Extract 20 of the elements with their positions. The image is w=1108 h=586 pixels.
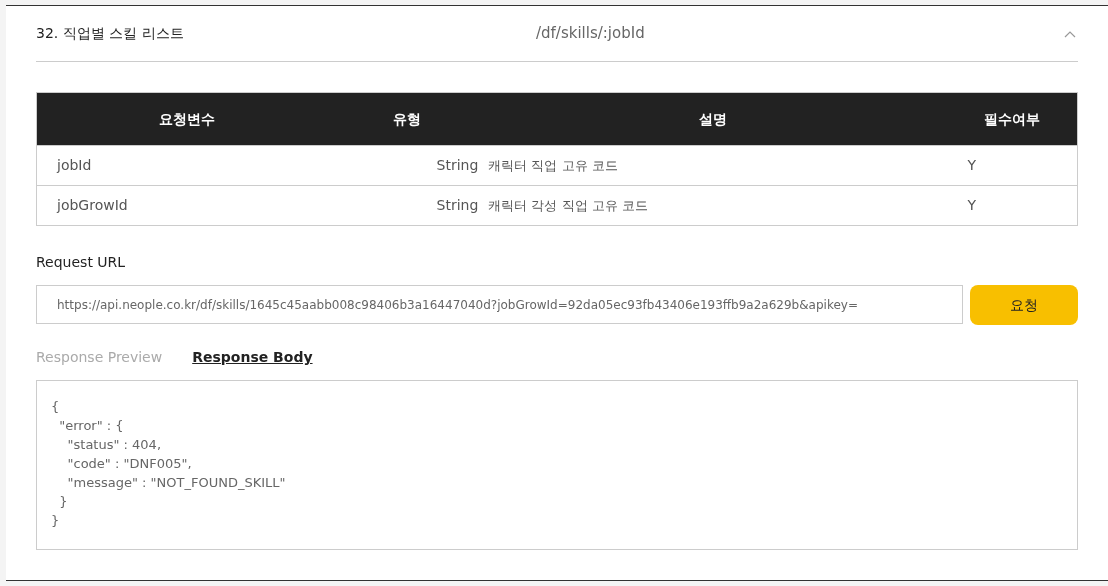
- table-cell: jobId: [36, 145, 337, 186]
- request-button[interactable]: 요청: [970, 285, 1078, 325]
- table-cell: 캐릭터 각성 직업 고유 코드: [478, 185, 948, 226]
- table-cell: Y: [947, 185, 1078, 226]
- table-cell: String: [336, 145, 479, 186]
- section-title: 32. 직업별 스킬 리스트: [36, 24, 185, 43]
- table-cell: Y: [947, 145, 1078, 186]
- response-tab[interactable]: Response Body: [192, 347, 313, 368]
- url-input-field[interactable]: https://api.neople.co.kr/df/skills/1645c45aabb008c98406b3a16447040d?jobGrowId=92da05ec93fb43406e193ffb9a2a629b&apikey=: [36, 285, 963, 324]
- column-header: 필수여부: [947, 92, 1078, 146]
- column-header: 유형: [336, 92, 479, 146]
- chevron-up-icon[interactable]: [1064, 29, 1076, 38]
- table-cell: String: [336, 185, 479, 226]
- response-body-textarea[interactable]: { "error" : { "status" : 404, "code" : "DNF005", "message" : "NOT_FOUND_SKILL" } }: [36, 380, 1078, 550]
- column-header: 설명: [478, 92, 948, 146]
- field-label: Request URL: [36, 253, 127, 272]
- table-cell: jobGrowId: [36, 185, 337, 226]
- endpoint-path: /df/skills/:jobId: [535, 23, 646, 45]
- column-header: 요청변수: [36, 92, 337, 146]
- table-cell: 캐릭터 직업 고유 코드: [478, 145, 948, 186]
